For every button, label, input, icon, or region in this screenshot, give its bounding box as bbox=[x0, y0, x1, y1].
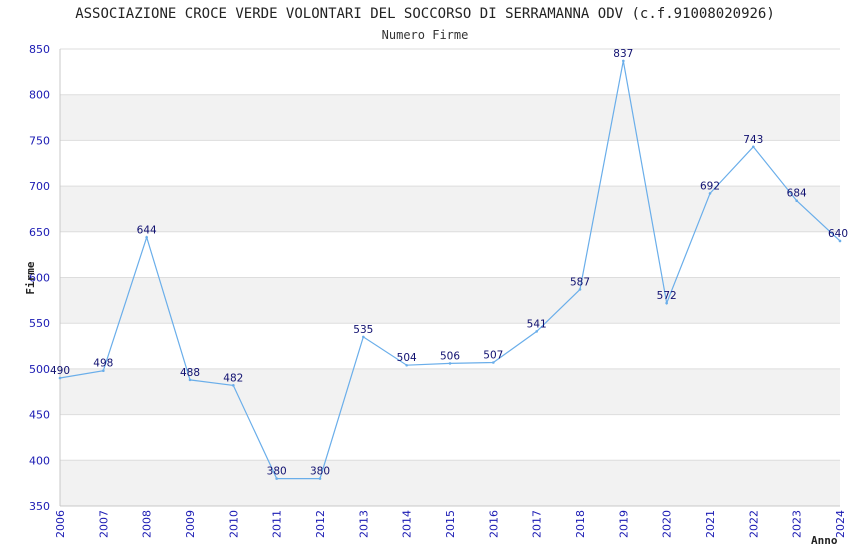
data-label: 541 bbox=[527, 318, 547, 330]
data-point bbox=[102, 369, 105, 373]
data-point bbox=[622, 59, 625, 63]
x-tick-label: 2018 bbox=[574, 510, 587, 538]
data-label: 482 bbox=[223, 372, 243, 384]
y-tick-label: 850 bbox=[29, 43, 50, 56]
data-point bbox=[795, 199, 798, 203]
line-chart: ASSOCIAZIONE CROCE VERDE VOLONTARI DEL S… bbox=[24, 6, 848, 547]
data-point bbox=[535, 330, 538, 333]
y-tick-label: 750 bbox=[29, 134, 50, 147]
grid-band bbox=[60, 186, 840, 232]
x-tick-label: 2023 bbox=[791, 510, 804, 538]
data-point bbox=[145, 235, 148, 239]
x-tick-label: 2006 bbox=[54, 510, 67, 538]
data-label: 692 bbox=[700, 180, 720, 192]
x-tick-label: 2011 bbox=[271, 510, 284, 538]
data-label: 507 bbox=[483, 350, 503, 362]
data-label: 504 bbox=[397, 352, 417, 364]
data-label: 684 bbox=[787, 188, 807, 200]
x-tick-label: 2021 bbox=[704, 510, 717, 538]
x-tick-label: 2009 bbox=[184, 510, 197, 538]
data-label: 644 bbox=[137, 224, 157, 236]
x-tick-label: 2022 bbox=[747, 510, 760, 538]
x-axis-title: Anno bbox=[811, 534, 838, 547]
data-label: 837 bbox=[613, 48, 633, 60]
plot-background bbox=[59, 48, 840, 507]
y-tick-label: 450 bbox=[29, 409, 50, 422]
grid-band bbox=[60, 277, 840, 324]
data-point bbox=[318, 477, 322, 480]
y-tick-label: 400 bbox=[29, 454, 50, 467]
data-label: 572 bbox=[657, 290, 677, 302]
x-tick-label: 2016 bbox=[487, 510, 500, 538]
x-tick-label: 2015 bbox=[444, 510, 457, 538]
data-point bbox=[492, 361, 495, 364]
chart-title: ASSOCIAZIONE CROCE VERDE VOLONTARI DEL S… bbox=[75, 6, 775, 22]
data-label: 498 bbox=[93, 358, 113, 370]
x-tick-label: 2020 bbox=[661, 510, 674, 538]
x-tick-label: 2010 bbox=[227, 510, 240, 538]
y-tick-label: 550 bbox=[29, 317, 50, 330]
x-tick-label: 2017 bbox=[531, 510, 544, 538]
grid-band bbox=[60, 94, 840, 141]
x-tick-label: 2008 bbox=[141, 510, 154, 538]
data-point bbox=[665, 301, 668, 305]
data-point bbox=[752, 145, 755, 149]
y-tick-label: 650 bbox=[29, 226, 50, 239]
data-point bbox=[405, 363, 408, 367]
data-label: 640 bbox=[828, 228, 848, 240]
x-tick-label: 2014 bbox=[401, 510, 414, 538]
y-tick-label: 700 bbox=[29, 180, 50, 193]
data-label: 380 bbox=[310, 466, 330, 478]
data-point bbox=[448, 362, 452, 365]
x-tick-label: 2013 bbox=[357, 510, 370, 538]
data-point bbox=[188, 378, 192, 382]
data-point bbox=[362, 335, 365, 339]
x-tick-label: 2007 bbox=[97, 510, 110, 538]
data-point bbox=[838, 239, 842, 243]
data-point bbox=[232, 384, 235, 387]
x-axis-ticks: 2006 2007 2008 2009 2010 2011 2012 2013 2014 2015… bbox=[54, 510, 847, 538]
y-tick-label: 500 bbox=[29, 363, 50, 376]
data-point bbox=[275, 477, 278, 480]
data-label: 743 bbox=[743, 134, 763, 146]
x-tick-label: 2019 bbox=[617, 510, 630, 538]
data-point bbox=[58, 376, 62, 380]
data-label: 587 bbox=[570, 276, 590, 288]
data-label: 380 bbox=[267, 466, 287, 478]
x-tick-label: 2012 bbox=[314, 510, 327, 538]
data-point bbox=[578, 288, 582, 291]
data-label: 488 bbox=[180, 367, 200, 379]
chart-subtitle: Numero Firme bbox=[382, 28, 469, 42]
y-tick-label: 350 bbox=[29, 500, 50, 513]
y-axis-title: Firme bbox=[24, 261, 37, 294]
grid-band bbox=[60, 460, 840, 506]
data-label: 490 bbox=[50, 365, 70, 377]
y-tick-label: 800 bbox=[29, 89, 50, 102]
data-label: 535 bbox=[353, 324, 373, 336]
data-label: 506 bbox=[440, 350, 460, 362]
data-point bbox=[708, 192, 712, 195]
grid-band bbox=[60, 368, 840, 415]
